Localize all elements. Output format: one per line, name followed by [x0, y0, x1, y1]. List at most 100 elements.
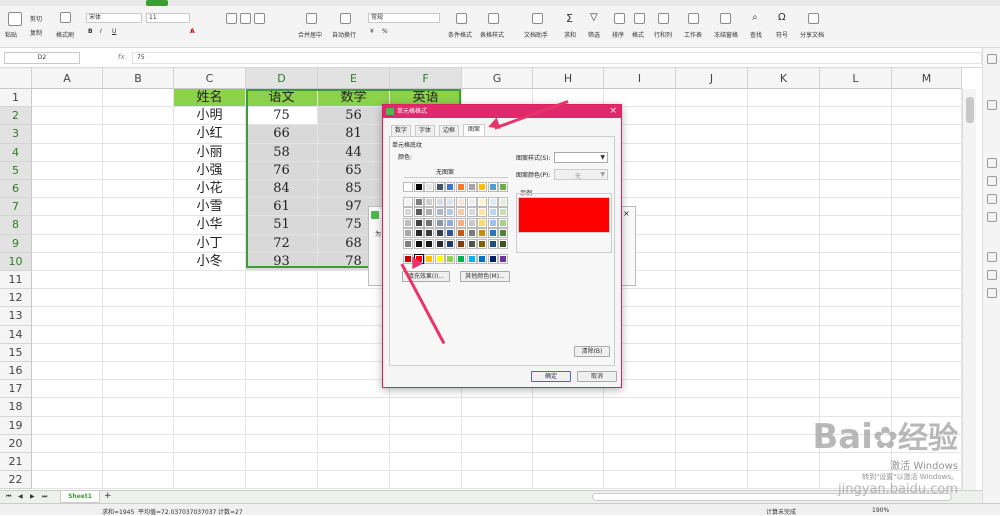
color-swatch[interactable] [413, 207, 424, 218]
side-settings-icon[interactable] [987, 270, 997, 280]
cell-a15[interactable] [32, 343, 103, 362]
symbol-icon[interactable]: Ω [778, 12, 786, 23]
cell-b17[interactable] [103, 380, 174, 399]
cell-k9[interactable] [748, 234, 820, 253]
cell-b20[interactable] [103, 434, 174, 453]
color-swatch[interactable] [445, 196, 456, 207]
column-header-b[interactable]: B [103, 68, 174, 89]
cell-e14[interactable] [318, 325, 390, 344]
cell-a19[interactable] [32, 416, 103, 435]
cell-b22[interactable] [103, 471, 174, 490]
color-swatch[interactable] [456, 253, 466, 264]
cell-m16[interactable] [892, 362, 962, 381]
row-header-11[interactable]: 11 [0, 271, 32, 290]
color-swatch[interactable] [498, 253, 509, 264]
row-header-3[interactable]: 3 [0, 125, 32, 144]
row-header-9[interactable]: 9 [0, 234, 32, 253]
cell-k19[interactable] [748, 416, 820, 435]
cell-l4[interactable] [820, 143, 892, 162]
cell-a4[interactable] [32, 143, 103, 162]
first-sheet-icon[interactable]: ⏮ [6, 493, 11, 501]
cell-k3[interactable] [748, 125, 820, 144]
cell-j20[interactable] [676, 434, 748, 453]
format-painter-icon[interactable] [60, 12, 71, 23]
column-header-e[interactable]: E [318, 68, 390, 89]
cell-h18[interactable] [533, 398, 604, 417]
cell-k20[interactable] [748, 434, 820, 453]
cell-d15[interactable] [246, 343, 318, 362]
color-swatch[interactable] [445, 207, 456, 218]
cell-b4[interactable] [103, 143, 174, 162]
cell-l6[interactable] [820, 180, 892, 199]
side-panel-icon[interactable] [987, 100, 997, 110]
dialog-close-icon[interactable]: × [609, 105, 617, 118]
column-header-c[interactable]: C [174, 68, 246, 89]
cell-b6[interactable] [103, 180, 174, 199]
cell-m17[interactable] [892, 380, 962, 399]
cell-b7[interactable] [103, 198, 174, 217]
column-header-g[interactable]: G [462, 68, 533, 89]
row-header-19[interactable]: 19 [0, 416, 32, 435]
color-swatch[interactable] [434, 196, 445, 207]
color-swatch[interactable] [487, 207, 498, 218]
dialog-titlebar[interactable]: 单元格格式 × [383, 105, 621, 118]
worksheet-icon[interactable] [688, 13, 699, 24]
cell-d5[interactable]: 76 [246, 161, 318, 180]
cell-j1[interactable] [676, 89, 748, 108]
cell-a21[interactable] [32, 453, 103, 472]
cell-m10[interactable] [892, 252, 962, 271]
color-swatch[interactable] [424, 239, 435, 249]
cell-j2[interactable] [676, 107, 748, 126]
merge-icon[interactable] [306, 13, 317, 24]
tab-font[interactable]: 字体 [415, 125, 435, 136]
color-swatch[interactable] [445, 228, 456, 239]
color-swatch[interactable] [456, 217, 466, 228]
color-swatch[interactable] [424, 253, 435, 264]
cell-d14[interactable] [246, 325, 318, 344]
color-swatch[interactable] [477, 182, 488, 192]
cell-c5[interactable]: 小强 [174, 161, 246, 180]
cell-d18[interactable] [246, 398, 318, 417]
row-header-20[interactable]: 20 [0, 434, 32, 453]
cell-k10[interactable] [748, 252, 820, 271]
align-bottom-icon[interactable] [254, 13, 265, 24]
cell-j18[interactable] [676, 398, 748, 417]
cell-m3[interactable] [892, 125, 962, 144]
cell-b9[interactable] [103, 234, 174, 253]
cell-m5[interactable] [892, 161, 962, 180]
cell-j16[interactable] [676, 362, 748, 381]
column-header-j[interactable]: J [676, 68, 748, 89]
filter-icon[interactable]: ▽ [590, 12, 598, 23]
cell-l18[interactable] [820, 398, 892, 417]
paste-icon[interactable] [8, 12, 22, 26]
row-header-1[interactable]: 1 [0, 89, 32, 108]
no-pattern-option[interactable]: 无图案 [436, 167, 454, 176]
color-swatch[interactable] [466, 207, 477, 218]
cell-d2[interactable]: 75 [246, 107, 318, 126]
cell-d21[interactable] [246, 453, 318, 472]
cell-e4[interactable]: 44 [318, 143, 390, 162]
sort-icon[interactable] [614, 13, 625, 24]
color-swatch[interactable] [413, 182, 424, 192]
cell-k5[interactable] [748, 161, 820, 180]
cell-b18[interactable] [103, 398, 174, 417]
color-swatch[interactable] [477, 207, 488, 218]
bold-button[interactable]: B [88, 28, 93, 35]
cell-k7[interactable] [748, 198, 820, 217]
cell-l3[interactable] [820, 125, 892, 144]
column-header-i[interactable]: I [604, 68, 676, 89]
percent-icon[interactable]: % [382, 28, 388, 35]
cell-i20[interactable] [604, 434, 676, 453]
cell-k8[interactable] [748, 216, 820, 235]
cell-a5[interactable] [32, 161, 103, 180]
side-history-icon[interactable] [987, 252, 997, 262]
cell-d12[interactable] [246, 289, 318, 308]
format-painter-button[interactable]: 格式刷 [56, 30, 74, 39]
cell-l1[interactable] [820, 89, 892, 108]
cell-c19[interactable] [174, 416, 246, 435]
color-swatch[interactable] [403, 182, 413, 192]
cell-g19[interactable] [462, 416, 533, 435]
vertical-scrollbar[interactable] [962, 89, 976, 490]
color-swatch[interactable] [498, 182, 509, 192]
format-button[interactable]: 格式 [632, 30, 644, 39]
